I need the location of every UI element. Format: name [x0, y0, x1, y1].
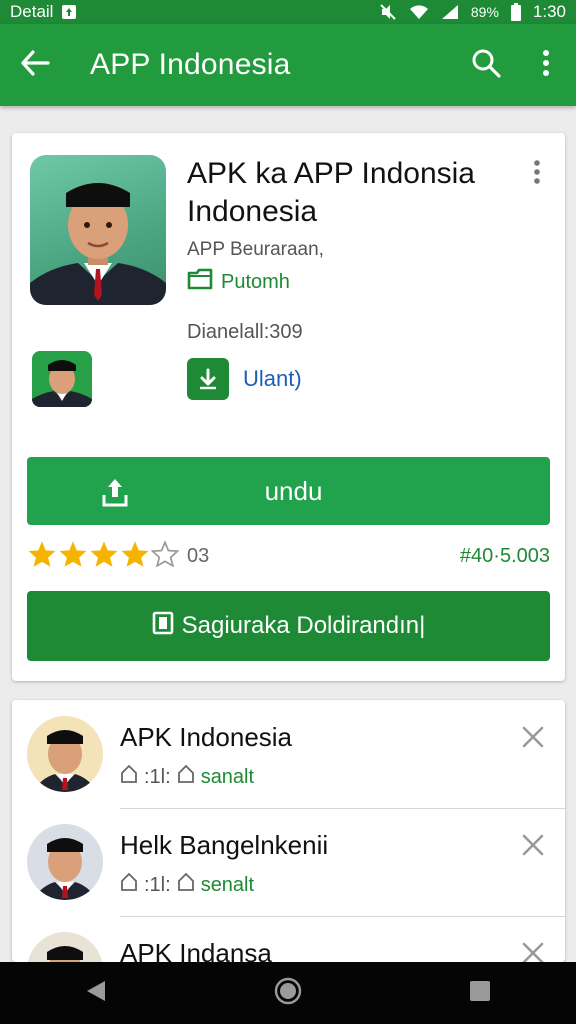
star-filled-icon — [27, 540, 57, 573]
category-label: Putomh — [221, 270, 290, 293]
downloads-count: Dianelall:309 — [187, 321, 303, 343]
home-outline-icon — [177, 872, 195, 898]
related-apps-list: APK Indonesia :1l: sanalt Helk Bangelnke… — [12, 700, 565, 962]
nav-home-button[interactable] — [258, 962, 318, 1024]
home-outline-icon — [120, 764, 138, 790]
dismiss-button[interactable] — [516, 722, 550, 756]
app-title-line2: Indonesia — [187, 195, 318, 228]
rating-row: 03 #40·5.003 — [27, 539, 550, 573]
list-item-meta: :1l: sanalt — [120, 764, 254, 790]
rating-count: 03 — [187, 544, 210, 567]
list-item-meta: :1l: senalt — [120, 872, 254, 898]
list-item[interactable]: APK Indonesia :1l: sanalt — [12, 700, 565, 808]
list-item-meta-b: sanalt — [200, 765, 255, 788]
overflow-menu-icon — [533, 159, 541, 190]
rating-stars — [27, 539, 180, 573]
app-title-line1: APK ka APP Indonsia — [187, 157, 475, 190]
avatar — [27, 932, 103, 962]
close-icon — [521, 833, 545, 862]
developer-name[interactable]: APP Beuraraan, — [187, 239, 324, 261]
nav-recents-icon — [469, 980, 491, 1007]
card-overflow-button[interactable] — [522, 159, 552, 189]
secondary-action-label: Sagiuraka Doldirandın| — [181, 612, 426, 639]
overflow-menu-icon — [542, 49, 550, 82]
star-filled-icon — [58, 540, 88, 573]
category-link[interactable]: Putomh — [187, 268, 290, 296]
close-icon — [521, 941, 545, 962]
app-bar: APP Indonesia — [0, 24, 576, 106]
app-title: APK ka APP Indonsia Indonesia — [187, 155, 507, 231]
list-item-title: Helk Bangelnkenii — [120, 830, 329, 860]
list-item-title: APK Indonesia — [120, 722, 293, 752]
app-size: #40·5.003 — [459, 544, 550, 567]
back-button[interactable] — [0, 24, 70, 106]
dismiss-button[interactable] — [516, 938, 550, 962]
upload-icon — [101, 477, 129, 512]
secondary-action-button[interactable]: Sagiuraka Doldirandın| — [27, 591, 550, 661]
status-label: Detail — [10, 2, 54, 21]
nav-home-icon — [274, 977, 302, 1010]
wifi-icon — [409, 4, 429, 20]
nav-back-icon — [85, 979, 107, 1008]
nav-back-button[interactable] — [66, 962, 126, 1024]
avatar — [27, 716, 103, 792]
search-icon — [471, 48, 501, 83]
app-detail-card: APK ka APP Indonsia Indonesia APP Beurar… — [12, 133, 565, 681]
download-icon — [187, 358, 229, 400]
star-filled-icon — [89, 540, 119, 573]
avatar — [27, 824, 103, 900]
home-outline-icon — [177, 764, 195, 790]
app-icon-thumbnail[interactable] — [32, 351, 92, 407]
page-title: APP Indonesia — [90, 48, 291, 81]
install-button[interactable]: undu — [27, 457, 550, 525]
update-label: Ulant) — [243, 366, 302, 391]
battery-percent: 89% — [470, 4, 499, 20]
folder-icon — [187, 268, 213, 296]
list-item-meta-a: :1l: — [144, 873, 171, 896]
notification-icon — [61, 4, 77, 20]
signal-icon — [441, 4, 459, 20]
star-empty-icon — [150, 539, 180, 572]
search-button[interactable] — [456, 24, 516, 106]
nav-recents-button[interactable] — [450, 962, 510, 1024]
update-link[interactable]: Ulant) — [187, 358, 302, 400]
system-nav-bar — [0, 962, 576, 1024]
battery-icon — [510, 3, 521, 21]
list-item[interactable]: APK Indansa — [12, 916, 565, 962]
star-filled-icon — [120, 540, 150, 573]
mute-icon — [379, 3, 397, 21]
status-bar: Detail 89% 1:30 — [0, 0, 576, 24]
close-icon — [521, 725, 545, 754]
clock: 1:30 — [532, 2, 566, 21]
document-icon — [152, 611, 174, 642]
list-item[interactable]: Helk Bangelnkenii :1l: senalt — [12, 808, 565, 916]
list-item-meta-a: :1l: — [144, 765, 171, 788]
dismiss-button[interactable] — [516, 830, 550, 864]
list-item-title: APK Indansa — [120, 938, 272, 962]
back-arrow-icon — [20, 49, 50, 81]
home-outline-icon — [120, 872, 138, 898]
app-icon — [30, 155, 166, 305]
list-item-meta-b: senalt — [200, 873, 255, 896]
overflow-menu-button[interactable] — [516, 24, 576, 106]
